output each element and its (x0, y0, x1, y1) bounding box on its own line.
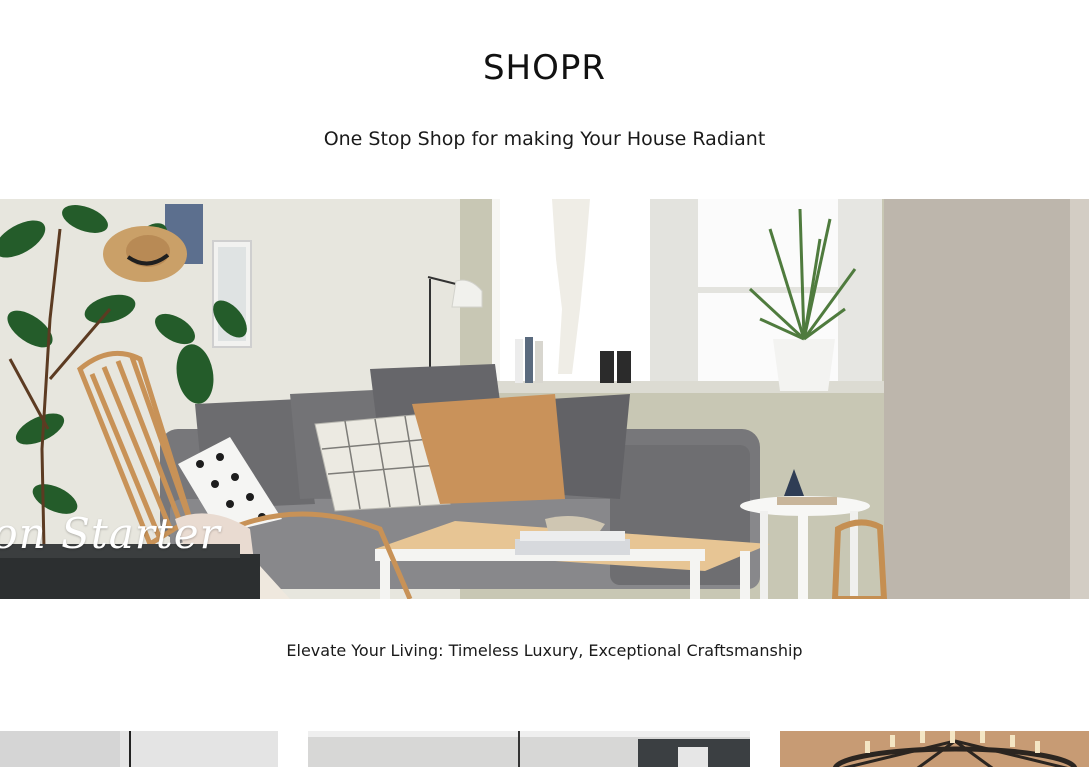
product-image-1 (0, 731, 278, 767)
hero-caption: ion Starter (0, 509, 221, 558)
brand-logo[interactable]: SHOPR (0, 48, 1089, 88)
section-subtitle: Elevate Your Living: Timeless Luxury, Ex… (286, 641, 803, 660)
page: SHOPR One Stop Shop for making Your Hous… (0, 0, 1089, 767)
product-image-3 (780, 731, 1089, 767)
hero-banner[interactable]: ion Starter (0, 199, 1089, 599)
product-image-2 (308, 731, 750, 767)
product-card-2[interactable] (308, 731, 750, 767)
product-card-3[interactable] (780, 731, 1089, 767)
product-card-1[interactable] (0, 731, 278, 767)
tagline: One Stop Shop for making Your House Radi… (323, 128, 766, 150)
